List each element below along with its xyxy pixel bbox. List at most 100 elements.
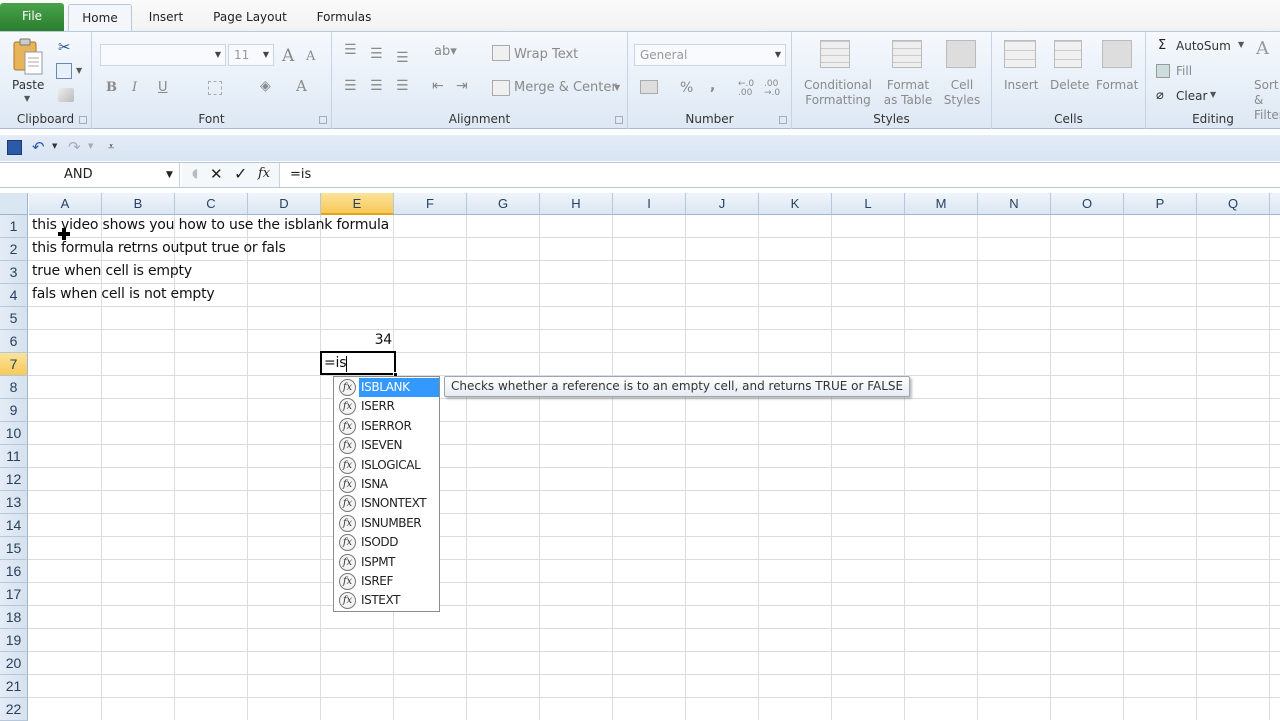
row-header-16[interactable]: 16 [0,560,28,583]
autocomplete-item-islogical[interactable]: fx ISLOGICAL [337,456,439,475]
column-header-A[interactable]: A [29,193,102,215]
row-header-7[interactable]: 7 [0,353,28,376]
column-header-M[interactable]: M [905,193,978,215]
autocomplete-item-ispmt[interactable]: fx ISPMT [337,553,439,572]
cancel-icon[interactable]: ✕ [210,165,223,183]
orientation-icon[interactable]: ab▾ [434,44,457,59]
format-painter-icon[interactable] [58,88,74,102]
accounting-format-icon[interactable] [640,80,658,94]
format-as-table-button[interactable]: Format as Table [878,78,938,108]
copy-icon[interactable] [56,63,72,79]
row-header-17[interactable]: 17 [0,583,28,606]
row-header-14[interactable]: 14 [0,514,28,537]
column-header-P[interactable]: P [1124,193,1197,215]
font-name-combo[interactable]: ▼ [100,44,226,66]
shrink-font-icon[interactable]: A [306,49,315,64]
row-header-2[interactable]: 2 [0,238,28,261]
row-header-4[interactable]: 4 [0,284,28,307]
column-header-O[interactable]: O [1051,193,1124,215]
bold-icon[interactable]: B [106,80,117,95]
align-left-icon[interactable]: ☰ [344,78,357,94]
underline-icon[interactable]: U [158,80,168,95]
align-middle-icon[interactable]: ☰ [370,46,383,62]
autosum-button[interactable]: AutoSum [1176,39,1231,53]
worksheet-grid[interactable] [28,215,1280,720]
clear-dropdown-icon[interactable]: ▼ [1210,90,1216,99]
redo-icon[interactable]: ↷ [68,138,81,156]
row-header-6[interactable]: 6 [0,330,28,353]
column-header-D[interactable]: D [248,193,321,215]
cell-A2[interactable]: this formula retrns output true or fals [32,240,286,256]
row-header-11[interactable]: 11 [0,445,28,468]
font-color-icon[interactable]: A [296,77,307,95]
italic-icon[interactable]: I [132,80,137,95]
clipboard-dialog-launcher[interactable] [79,116,87,124]
row-header-13[interactable]: 13 [0,491,28,514]
wrap-text-button[interactable]: Wrap Text [514,47,578,62]
number-format-combo[interactable]: General ▼ [634,44,786,66]
autocomplete-item-istext[interactable]: fx ISTEXT [337,591,439,610]
decrease-decimal-button[interactable]: .00 →.0 [764,80,786,98]
fill-button[interactable]: Fill [1176,64,1192,78]
column-header-C[interactable]: C [175,193,248,215]
autocomplete-item-iseven[interactable]: fx ISEVEN [337,436,439,455]
column-header-J[interactable]: J [686,193,759,215]
format-cells-button[interactable]: Format [1096,78,1138,92]
row-header-10[interactable]: 10 [0,422,28,445]
row-header-21[interactable]: 21 [0,675,28,698]
resize-handle-icon[interactable]: ◖ [192,166,198,180]
autocomplete-item-isnontext[interactable]: fx ISNONTEXT [337,494,439,513]
undo-icon[interactable]: ↶ [32,138,45,156]
row-header-22[interactable]: 22 [0,698,28,721]
autocomplete-item-isblank[interactable]: fx ISBLANK [337,378,439,397]
select-all-button[interactable] [0,193,28,215]
tab-insert[interactable]: Insert [140,4,192,32]
column-header-F[interactable]: F [394,193,467,215]
autosum-dropdown-icon[interactable]: ▼ [1238,40,1244,49]
column-header-E[interactable]: E [321,193,394,215]
row-header-5[interactable]: 5 [0,307,28,330]
autocomplete-item-isna[interactable]: fx ISNA [337,475,439,494]
cell-styles-button[interactable]: Cell Styles [940,78,984,108]
row-header-15[interactable]: 15 [0,537,28,560]
row-header-8[interactable]: 8 [0,376,28,399]
autocomplete-item-isodd[interactable]: fx ISODD [337,533,439,552]
delete-cells-button[interactable]: Delete [1050,78,1089,92]
autocomplete-item-iserror[interactable]: fx ISERROR [337,417,439,436]
paste-button[interactable]: Paste [12,78,44,92]
decrease-indent-icon[interactable]: ⇤ [432,78,444,94]
autocomplete-item-iserr[interactable]: fx ISERR [337,397,439,416]
tab-formulas[interactable]: Formulas [308,4,380,32]
increase-indent-icon[interactable]: ⇥ [456,78,468,94]
cell-A3[interactable]: true when cell is empty [32,263,192,279]
tab-page-layout[interactable]: Page Layout [206,4,294,32]
alignment-dialog-launcher[interactable] [615,116,623,124]
copy-dropdown-icon[interactable]: ▼ [76,66,82,75]
column-header-I[interactable]: I [613,193,686,215]
align-bottom-icon[interactable]: ☰ [396,50,409,66]
number-dialog-launcher[interactable] [779,116,787,124]
align-top-icon[interactable]: ☰ [344,42,357,58]
cell-A1[interactable]: this video shows you how to use the isbl… [32,217,389,233]
comma-style-button[interactable]: , [710,78,715,94]
redo-dropdown-icon[interactable]: ▼ [88,142,93,150]
column-header-H[interactable]: H [540,193,613,215]
column-header-partial[interactable] [1270,193,1280,215]
tab-file[interactable]: File [0,3,64,31]
paste-icon[interactable] [12,38,44,76]
borders-icon[interactable] [208,81,222,95]
cell-A4[interactable]: fals when cell is not empty [32,286,215,302]
column-header-G[interactable]: G [467,193,540,215]
cell-E6[interactable]: 34 [360,332,393,348]
row-header-9[interactable]: 9 [0,399,28,422]
autocomplete-item-isnumber[interactable]: fx ISNUMBER [337,514,439,533]
undo-dropdown-icon[interactable]: ▼ [52,142,57,150]
enter-icon[interactable]: ✓ [234,164,247,183]
fill-color-icon[interactable]: ◈ [260,78,271,94]
conditional-formatting-button[interactable]: Conditional Formatting [798,78,878,108]
insert-function-icon[interactable]: fx [258,166,270,181]
grow-font-icon[interactable]: A [282,46,294,66]
column-header-Q[interactable]: Q [1197,193,1270,215]
column-header-K[interactable]: K [759,193,832,215]
paste-dropdown-icon[interactable]: ▼ [24,94,30,103]
